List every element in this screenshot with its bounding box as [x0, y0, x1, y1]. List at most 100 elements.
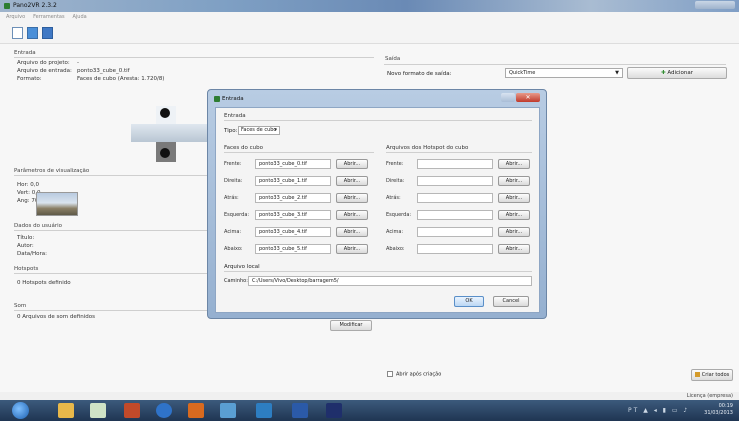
user-author-label: Autor:: [17, 243, 34, 249]
pan-value: Hor: 0,0: [17, 182, 40, 188]
hotspot-file-field[interactable]: [417, 244, 493, 254]
checkbox-icon[interactable]: [387, 371, 393, 377]
hotspot-faces-title: Arquivos dos Hotspot do cubo: [386, 145, 469, 151]
divider: [384, 64, 726, 65]
project-label: Arquivo do projeto:: [17, 60, 70, 66]
browse-button[interactable]: Abrir...: [336, 227, 368, 237]
hotspot-label: Esquerda:: [386, 212, 412, 218]
input-label: Arquivo de entrada:: [17, 68, 72, 74]
face-row-left: Esquerda: ponto33_cube_3.tif Abrir...: [224, 210, 369, 220]
face-file-field[interactable]: ponto33_cube_5.tif: [255, 244, 331, 254]
hotspot-file-field[interactable]: [417, 210, 493, 220]
local-file-title: Arquivo local: [224, 264, 260, 270]
hotspot-label: Abaixo:: [386, 246, 405, 252]
media-icon[interactable]: [124, 403, 140, 418]
project-row: Arquivo do projeto: -: [17, 60, 79, 66]
menu-ajuda[interactable]: Ajuda: [73, 14, 87, 20]
browse-button[interactable]: Abrir...: [498, 244, 530, 254]
format-row: Formato: Faces de cubo (Aresta: 1.720/8): [17, 76, 164, 82]
explorer-icon[interactable]: [58, 403, 74, 418]
create-icon: [694, 372, 700, 377]
browse-button[interactable]: Abrir...: [498, 176, 530, 186]
input-dialog: Entrada ✕ Entrada Tipo: Faces de cubo ▾ …: [207, 89, 547, 319]
open-file-icon[interactable]: [27, 27, 38, 39]
save-icon[interactable]: [42, 27, 53, 39]
browse-button[interactable]: Abrir...: [336, 193, 368, 203]
pano2vr-taskbar-icon[interactable]: [220, 403, 236, 418]
entrada-title: Entrada: [14, 50, 36, 56]
browse-button[interactable]: Abrir...: [498, 210, 530, 220]
face-label: Frente:: [224, 161, 242, 167]
browser-icon[interactable]: [156, 403, 172, 418]
hotspot-row-left: Esquerda: Abrir...: [386, 210, 531, 220]
new-file-icon[interactable]: [12, 27, 23, 39]
output-format-value: QuickTime: [509, 70, 536, 76]
divider: [386, 152, 532, 153]
open-after-checkbox[interactable]: Abrir após criação: [387, 371, 441, 378]
face-label: Abaixo:: [224, 246, 243, 252]
photoshop-icon[interactable]: [326, 403, 342, 418]
window-titlebar: Pano2VR 2.3.2: [0, 0, 739, 12]
folder-icon[interactable]: [90, 403, 106, 418]
app-icon-blue[interactable]: [256, 403, 272, 418]
face-label: Acima:: [224, 229, 242, 235]
cancel-button[interactable]: Cancel: [493, 296, 529, 307]
hotspot-row-front: Frente: Abrir...: [386, 159, 531, 169]
ok-button[interactable]: OK: [454, 296, 484, 307]
face-file-field[interactable]: ponto33_cube_1.tif: [255, 176, 331, 186]
hotspot-row-right: Direita: Abrir...: [386, 176, 531, 186]
divider: [224, 271, 532, 272]
app-icon-orange[interactable]: [188, 403, 204, 418]
start-button[interactable]: [12, 402, 29, 419]
system-tray-icons[interactable]: PT ▲ ◂ ▮ ▭ ♪: [628, 407, 689, 414]
sound-title: Som: [14, 303, 27, 309]
window-controls[interactable]: [695, 1, 735, 9]
hotspots-count: 0 Hotspots definido: [17, 280, 71, 286]
menu-arquivo[interactable]: Arquivo: [6, 14, 25, 20]
clock[interactable]: 00:19 31/03/2013: [704, 403, 733, 417]
browse-button[interactable]: Abrir...: [498, 227, 530, 237]
browse-button[interactable]: Abrir...: [336, 176, 368, 186]
open-after-label: Abrir após criação: [396, 371, 442, 378]
output-format-select[interactable]: QuickTime ▼: [505, 68, 623, 78]
minimize-icon[interactable]: [501, 93, 515, 102]
hotspot-file-field[interactable]: [417, 193, 493, 203]
add-output-button[interactable]: ✚ Adicionar: [627, 67, 727, 79]
hotspot-file-field[interactable]: [417, 159, 493, 169]
face-row-front: Frente: ponto33_cube_0.tif Abrir...: [224, 159, 369, 169]
word-icon[interactable]: [292, 403, 308, 418]
format-value: Faces de cubo (Aresta: 1.720/8): [77, 76, 165, 82]
path-field[interactable]: C:/Users/Vivo/Desktop/barragem5/: [248, 276, 532, 286]
view-params-title: Parâmetros de visualização: [14, 168, 90, 174]
browse-button[interactable]: Abrir...: [498, 193, 530, 203]
taskbar: PT ▲ ◂ ▮ ▭ ♪ 00:19 31/03/2013: [0, 400, 739, 421]
menubar: Arquivo Ferramentas Ajuda: [0, 12, 739, 22]
hotspot-row-up: Acima: Abrir...: [386, 227, 531, 237]
browse-button[interactable]: Abrir...: [336, 210, 368, 220]
face-file-field[interactable]: ponto33_cube_4.tif: [255, 227, 331, 237]
path-label: Caminho:: [224, 278, 248, 284]
hotspot-file-field[interactable]: [417, 227, 493, 237]
lang-indicator[interactable]: PT: [628, 407, 639, 414]
user-data-title: Dados do usuário: [14, 223, 63, 229]
browse-button[interactable]: Abrir...: [498, 159, 530, 169]
face-file-field[interactable]: ponto33_cube_2.tif: [255, 193, 331, 203]
user-date-label: Data/Hora:: [17, 251, 47, 257]
type-select[interactable]: Faces de cubo ▾: [238, 126, 280, 135]
format-label: Formato:: [17, 76, 42, 82]
user-title-label: Título:: [17, 235, 35, 241]
hotspot-label: Direita:: [386, 178, 405, 184]
modify-button[interactable]: Modificar: [330, 320, 372, 331]
hotspot-file-field[interactable]: [417, 176, 493, 186]
face-file-field[interactable]: ponto33_cube_3.tif: [255, 210, 331, 220]
input-row: Arquivo de entrada: ponto33_cube_0.tif: [17, 68, 130, 74]
face-label: Esquerda:: [224, 212, 250, 218]
panorama-thumbnail[interactable]: [36, 192, 78, 216]
face-file-field[interactable]: ponto33_cube_0.tif: [255, 159, 331, 169]
create-all-button[interactable]: Criar todos: [691, 369, 733, 381]
menu-ferramentas[interactable]: Ferramentas: [33, 14, 65, 20]
browse-button[interactable]: Abrir...: [336, 244, 368, 254]
browse-button[interactable]: Abrir...: [336, 159, 368, 169]
clock-date: 31/03/2013: [704, 410, 733, 416]
close-icon[interactable]: ✕: [516, 93, 540, 102]
